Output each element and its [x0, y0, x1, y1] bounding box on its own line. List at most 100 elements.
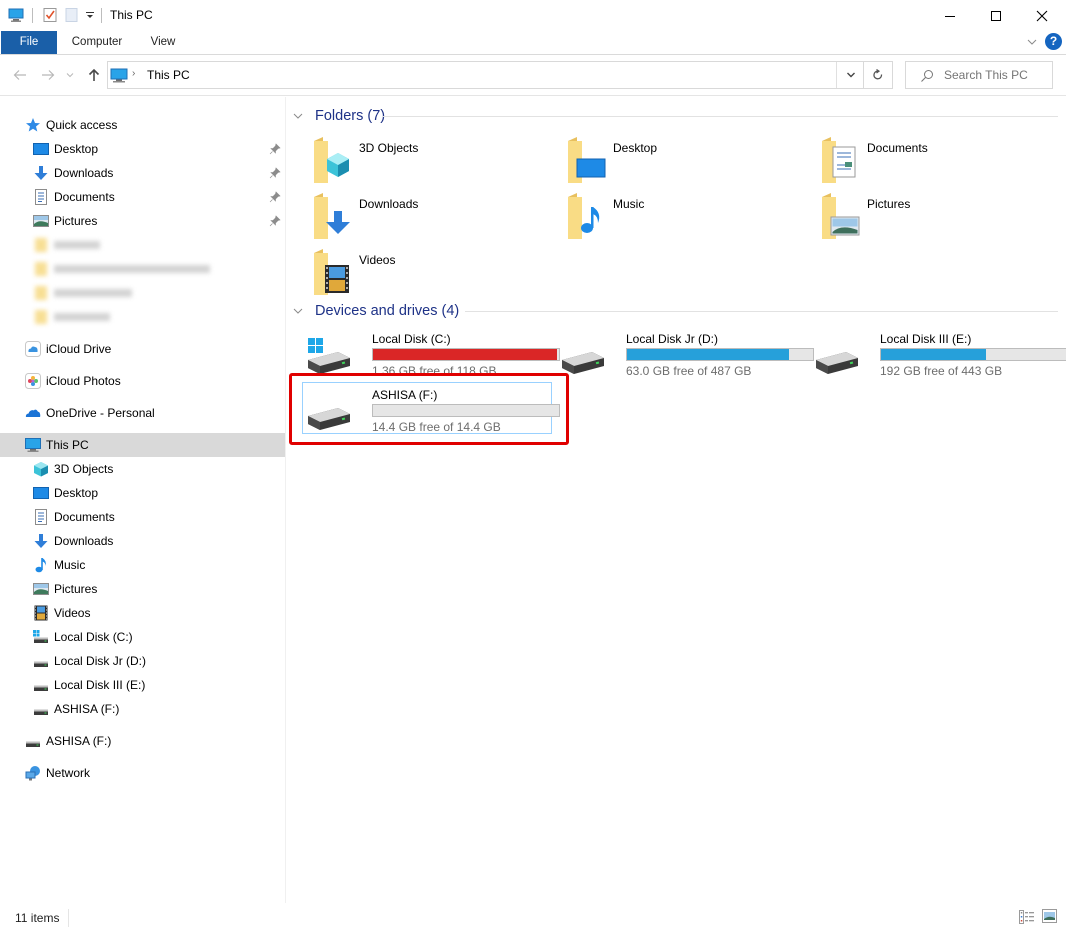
up-button[interactable]: [84, 64, 104, 86]
downloads-icon: [33, 533, 49, 549]
sidebar-item-music[interactable]: Music: [0, 553, 285, 577]
desktop-folder-icon: [567, 137, 615, 185]
sidebar-item-drive-f[interactable]: ASHISA (F:): [0, 697, 285, 721]
drive-icon: [33, 701, 49, 717]
sidebar-item-label: Quick access: [46, 118, 118, 132]
drives-group-label: Devices and drives (4): [315, 303, 460, 319]
documents-folder-icon: [821, 137, 869, 185]
drive-free-space: 63.0 GB free of 487 GB: [626, 364, 752, 378]
folder-tile-pictures[interactable]: Pictures: [821, 193, 1061, 243]
maximize-button[interactable]: [973, 0, 1019, 31]
sidebar-item-qa-blurred-1[interactable]: [0, 233, 285, 257]
folder-label: Documents: [867, 141, 928, 155]
drive-usage-bar: [880, 348, 1066, 361]
sidebar-item-removable-f[interactable]: ASHISA (F:): [0, 729, 285, 753]
sidebar-item-network[interactable]: Network: [0, 761, 285, 785]
search-icon: [920, 69, 934, 83]
sidebar-item-qa-documents[interactable]: Documents: [0, 185, 285, 209]
sidebar-item-icloud-photos[interactable]: iCloud Photos: [0, 369, 285, 393]
breadcrumb-this-pc[interactable]: This PC: [147, 68, 190, 82]
sidebar-item-documents[interactable]: Documents: [0, 505, 285, 529]
pictures-folder-icon: [821, 193, 869, 241]
drive-tile-e[interactable]: Local Disk III (E:) 192 GB free of 443 GB: [810, 330, 1066, 386]
desktop-icon: [33, 485, 49, 501]
sidebar-item-drive-e[interactable]: Local Disk III (E:): [0, 673, 285, 697]
sidebar-item-qa-pictures[interactable]: Pictures: [0, 209, 285, 233]
sidebar-item-drive-d[interactable]: Local Disk Jr (D:): [0, 649, 285, 673]
folder-tile-videos[interactable]: Videos: [313, 249, 553, 299]
properties-icon[interactable]: [42, 7, 58, 23]
drive-usage-bar: [372, 348, 560, 361]
pin-icon[interactable]: [269, 215, 281, 227]
sidebar-item-qa-blurred-4[interactable]: [0, 305, 285, 329]
sidebar-item-qa-blurred-2[interactable]: [0, 257, 285, 281]
tab-file[interactable]: File: [1, 31, 57, 54]
navigation-pane: Quick access Desktop Downloads Documents…: [0, 97, 286, 903]
folder-tile-downloads[interactable]: Downloads: [313, 193, 553, 243]
folder-tile-3d-objects[interactable]: 3D Objects: [313, 137, 553, 187]
help-button[interactable]: ?: [1045, 33, 1062, 50]
pin-icon[interactable]: [269, 167, 281, 179]
close-button[interactable]: [1019, 0, 1065, 31]
sidebar-item-drive-c[interactable]: Local Disk (C:): [0, 625, 285, 649]
drive-label: Local Disk Jr (D:): [626, 332, 719, 346]
large-icons-view-icon[interactable]: [1042, 909, 1057, 923]
folder-icon: [33, 285, 49, 301]
address-bar[interactable]: › This PC: [107, 61, 864, 89]
sidebar-item-label: Downloads: [54, 166, 114, 180]
back-button[interactable]: [10, 64, 30, 86]
sidebar-item-videos[interactable]: Videos: [0, 601, 285, 625]
folder-label: Pictures: [867, 197, 911, 211]
details-view-icon[interactable]: [1019, 910, 1035, 924]
sidebar-item-label: This PC: [46, 438, 89, 452]
refresh-button[interactable]: [863, 61, 893, 89]
sidebar-item-label: iCloud Photos: [46, 374, 121, 388]
sidebar-item-icloud-drive[interactable]: iCloud Drive: [0, 337, 285, 361]
sidebar-item-label: 3D Objects: [54, 462, 114, 476]
sidebar-item-onedrive[interactable]: OneDrive - Personal: [0, 401, 285, 425]
sidebar-item-qa-blurred-3[interactable]: [0, 281, 285, 305]
sidebar-item-pictures[interactable]: Pictures: [0, 577, 285, 601]
sidebar-item-label: Desktop: [54, 142, 99, 156]
tab-view[interactable]: View: [140, 31, 186, 54]
tab-computer[interactable]: Computer: [62, 31, 132, 54]
folder-tile-music[interactable]: Music: [567, 193, 807, 243]
redacted-label: [54, 265, 210, 273]
forward-button[interactable]: [38, 64, 58, 86]
chevron-down-icon: [1027, 39, 1037, 45]
folder-tile-desktop[interactable]: Desktop: [567, 137, 807, 187]
sidebar-item-quick-access[interactable]: Quick access: [0, 113, 285, 137]
drive-usage-fill: [627, 349, 789, 360]
sidebar-item-label: Network: [46, 766, 91, 780]
sidebar-item-3d-objects[interactable]: 3D Objects: [0, 457, 285, 481]
customize-dropdown-icon[interactable]: [85, 9, 95, 21]
recent-locations-button[interactable]: [63, 64, 77, 86]
new-folder-icon[interactable]: [64, 7, 80, 23]
sidebar-item-desktop[interactable]: Desktop: [0, 481, 285, 505]
sidebar-item-label: OneDrive - Personal: [46, 406, 155, 420]
folder-tile-documents[interactable]: Documents: [821, 137, 1061, 187]
folder-icon: [33, 309, 49, 325]
folders-group-header[interactable]: Folders (7): [293, 106, 385, 126]
drive-tile-d[interactable]: Local Disk Jr (D:) 63.0 GB free of 487 GB: [556, 330, 814, 386]
sidebar-item-this-pc[interactable]: This PC: [0, 433, 285, 457]
drive-usage-fill: [373, 349, 557, 360]
3d-objects-icon: [33, 461, 49, 477]
arrow-left-icon: [13, 70, 26, 80]
sidebar-item-label: Documents: [54, 510, 115, 524]
drives-group-header[interactable]: Devices and drives (4): [293, 301, 459, 321]
pin-icon[interactable]: [269, 191, 281, 203]
sidebar-item-qa-downloads[interactable]: Downloads: [0, 161, 285, 185]
sidebar-item-qa-desktop[interactable]: Desktop: [0, 137, 285, 161]
pictures-icon: [33, 581, 49, 597]
expand-ribbon-button[interactable]: [1026, 36, 1038, 48]
pin-icon[interactable]: [269, 143, 281, 155]
pictures-icon: [33, 213, 49, 229]
minimize-button[interactable]: [927, 0, 973, 31]
sidebar-item-downloads[interactable]: Downloads: [0, 529, 285, 553]
address-history-dropdown[interactable]: [836, 62, 864, 88]
search-box[interactable]: [905, 61, 1053, 89]
search-input[interactable]: [944, 66, 1048, 84]
documents-icon: [33, 509, 49, 525]
computer-icon[interactable]: [8, 7, 24, 23]
